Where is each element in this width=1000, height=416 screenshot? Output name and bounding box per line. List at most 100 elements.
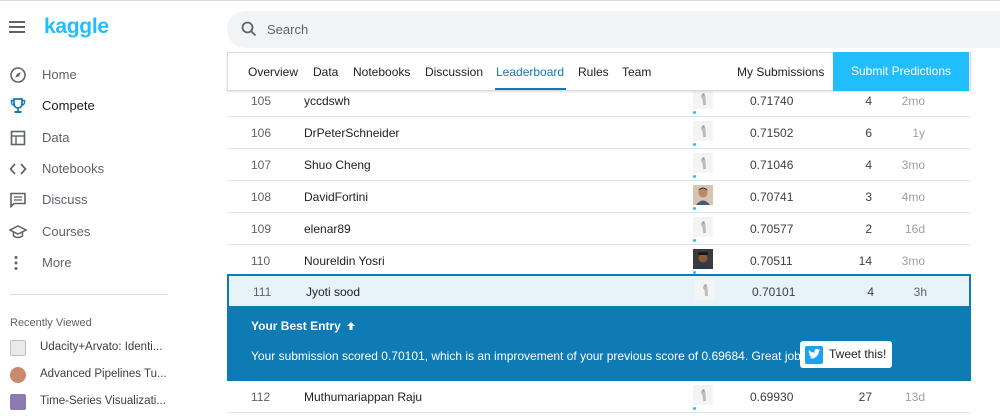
sidebar-item-label: Notebooks xyxy=(42,161,105,176)
last-submission-cell: 3h xyxy=(913,285,927,299)
table-row[interactable]: 110 Noureldin Yosri 0.70511 14 3mo xyxy=(227,245,971,277)
score-cell: 0.71046 xyxy=(750,158,794,172)
competition-tabs: Overview Data Notebooks Discussion Leade… xyxy=(227,52,971,91)
recent-item[interactable]: Advanced Pipelines Tu... xyxy=(10,365,190,389)
rank-cell: 112 xyxy=(251,390,271,404)
table-row[interactable]: 107 Shuo Cheng 0.71046 4 3mo xyxy=(227,149,971,181)
trophy-icon xyxy=(10,98,26,113)
compass-icon xyxy=(10,67,26,83)
best-entry-banner: Your Best Entry Your submission scored 0… xyxy=(227,308,971,381)
search-input[interactable]: Search xyxy=(267,22,308,37)
score-cell: 0.71740 xyxy=(750,94,794,108)
last-submission-cell: 3mo xyxy=(901,254,925,268)
default-avatar[interactable] xyxy=(695,280,715,300)
team-name[interactable]: elenar89 xyxy=(304,222,351,236)
recently-viewed-title: Recently Viewed xyxy=(10,317,92,329)
competition-main: Overview Data Notebooks Discussion Leade… xyxy=(227,52,971,413)
team-name[interactable]: Jyoti sood xyxy=(306,285,360,299)
default-avatar[interactable] xyxy=(693,385,713,405)
rank-cell: 107 xyxy=(251,158,272,172)
search-icon xyxy=(241,21,257,37)
tab-data[interactable]: Data xyxy=(313,65,338,79)
twitter-icon xyxy=(805,346,823,364)
team-name[interactable]: Noureldin Yosri xyxy=(304,254,385,268)
score-cell: 0.71502 xyxy=(750,126,794,140)
sidebar-item-data[interactable]: Data xyxy=(0,123,200,153)
user-avatar xyxy=(10,367,26,383)
entries-cell: 3 xyxy=(865,190,872,204)
notebook-thumbnail xyxy=(10,394,26,410)
tab-discussion[interactable]: Discussion xyxy=(425,65,483,79)
submit-predictions-button[interactable]: Submit Predictions xyxy=(833,52,969,91)
team-name[interactable]: DavidFortini xyxy=(304,190,368,204)
table-row-current-user[interactable]: 111 Jyoti sood 0.70101 4 3h xyxy=(227,274,971,308)
rank-cell: 106 xyxy=(251,126,272,140)
last-submission-cell: 2mo xyxy=(901,94,925,108)
entries-cell: 27 xyxy=(858,390,872,404)
code-icon xyxy=(9,163,27,175)
sidebar-item-notebooks[interactable]: Notebooks xyxy=(0,154,200,184)
tab-overview[interactable]: Overview xyxy=(248,65,298,79)
top-bar: kaggle Search xyxy=(0,0,1000,56)
default-avatar[interactable] xyxy=(693,153,713,173)
sidebar-item-discuss[interactable]: Discuss xyxy=(0,185,200,215)
table-row[interactable]: 106 DrPeterSchneider 0.71502 6 1y xyxy=(227,117,971,149)
sidebar-item-compete[interactable]: Compete xyxy=(0,91,200,121)
table-row[interactable]: 112 Muthumariappan Raju 0.69930 27 13d xyxy=(227,381,971,413)
entries-cell: 4 xyxy=(865,94,872,108)
score-cell: 0.70101 xyxy=(752,285,796,299)
sidebar-item-courses[interactable]: Courses xyxy=(0,217,200,247)
table-icon xyxy=(10,130,26,146)
entries-cell: 4 xyxy=(867,285,874,299)
comment-icon xyxy=(10,192,26,209)
default-avatar[interactable] xyxy=(693,121,713,141)
last-submission-cell: 16d xyxy=(904,222,925,236)
school-icon xyxy=(9,225,27,239)
menu-icon[interactable] xyxy=(9,21,25,35)
sidebar-divider xyxy=(10,294,168,295)
tier-dot xyxy=(693,111,696,114)
arrow-up-icon xyxy=(347,322,356,330)
sidebar-item-label: Courses xyxy=(42,224,91,239)
recent-item[interactable]: Udacity+Arvato: Identi... xyxy=(10,338,190,362)
team-name[interactable]: yccdswh xyxy=(304,94,350,108)
sidebar-item-home[interactable]: Home xyxy=(0,60,200,90)
notebook-thumbnail xyxy=(10,340,26,356)
team-name[interactable]: Muthumariappan Raju xyxy=(304,390,422,404)
last-submission-cell: 1y xyxy=(912,126,925,140)
recent-item-label: Udacity+Arvato: Identi... xyxy=(40,341,163,353)
team-name[interactable]: Shuo Cheng xyxy=(304,158,371,172)
tab-notebooks[interactable]: Notebooks xyxy=(353,65,410,79)
default-avatar[interactable] xyxy=(693,217,713,237)
score-cell: 0.69930 xyxy=(750,390,794,404)
rank-cell: 110 xyxy=(251,254,271,268)
tweet-button[interactable]: Tweet this! xyxy=(800,341,892,368)
tier-dot xyxy=(693,143,696,146)
my-submissions-link[interactable]: My Submissions xyxy=(737,65,824,79)
table-row[interactable]: 109 elenar89 0.70577 2 16d xyxy=(227,213,971,245)
default-avatar[interactable] xyxy=(693,89,713,109)
sidebar-item-label: Home xyxy=(42,67,77,82)
recent-item-label: Advanced Pipelines Tu... xyxy=(40,368,167,380)
score-cell: 0.70511 xyxy=(750,254,793,268)
team-name[interactable]: DrPeterSchneider xyxy=(304,126,399,140)
user-avatar[interactable] xyxy=(693,249,713,269)
tab-leaderboard[interactable]: Leaderboard xyxy=(496,65,564,79)
tier-dot xyxy=(693,175,696,178)
kaggle-logo[interactable]: kaggle xyxy=(44,15,109,39)
recent-item-label: Time-Series Visualizati... xyxy=(40,395,166,407)
recent-item[interactable]: Time-Series Visualizati... xyxy=(10,392,190,416)
rank-cell: 105 xyxy=(251,94,272,108)
best-entry-title: Your Best Entry xyxy=(251,319,356,333)
tab-rules[interactable]: Rules xyxy=(578,65,609,79)
last-submission-cell: 13d xyxy=(904,390,925,404)
sidebar-item-label: Data xyxy=(42,130,70,145)
entries-cell: 4 xyxy=(865,158,872,172)
sidebar-item-more[interactable]: More xyxy=(0,248,200,278)
user-avatar[interactable] xyxy=(693,185,713,205)
table-row[interactable]: 108 DavidFortini 0.70741 3 4mo xyxy=(227,181,971,213)
search-bar[interactable]: Search xyxy=(227,11,1000,48)
rank-cell: 109 xyxy=(251,222,272,236)
tab-team[interactable]: Team xyxy=(622,65,651,79)
active-tab-indicator xyxy=(495,88,566,90)
